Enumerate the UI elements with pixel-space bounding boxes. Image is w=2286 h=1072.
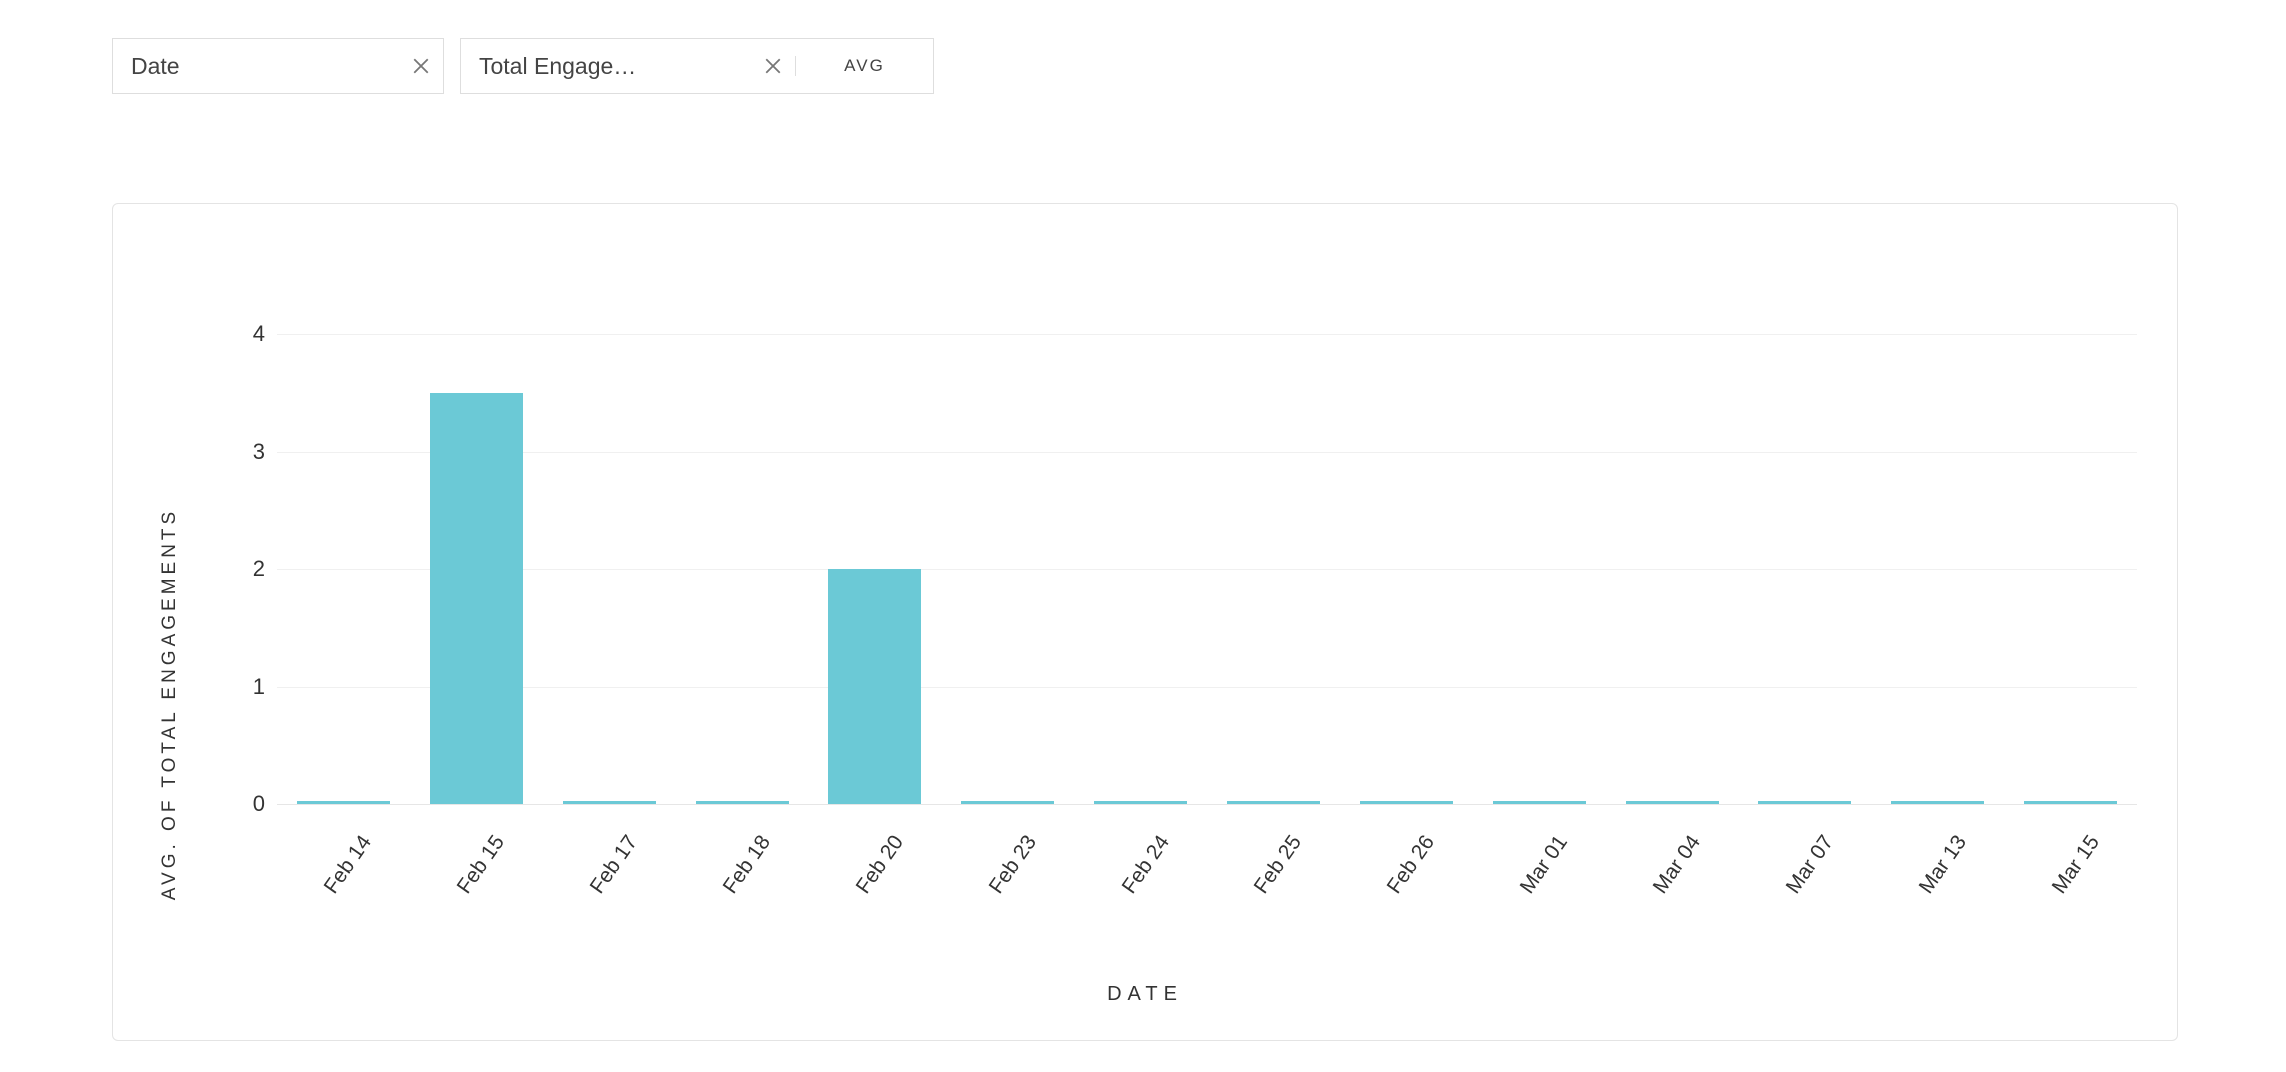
metric-pill-label: Total Engage… <box>461 53 751 80</box>
filter-pills-row: Date Total Engage… AVG <box>112 38 934 94</box>
chart-bar[interactable] <box>961 801 1054 804</box>
chart-bar[interactable] <box>1094 801 1187 804</box>
dimension-pill-label: Date <box>113 53 399 80</box>
y-tick-label: 4 <box>221 321 265 347</box>
chart-bar[interactable] <box>1891 801 1984 804</box>
x-tick-label: Feb 20 <box>837 831 908 918</box>
x-tick-label: Feb 26 <box>1369 831 1440 918</box>
x-tick-label: Mar 07 <box>1767 831 1838 918</box>
x-axis-ticks: Feb 14 Feb 15 Feb 17 Feb 18 Feb 20 Feb 23 Feb … <box>277 818 2137 938</box>
chart-plot-area: 01234 <box>277 244 2137 804</box>
close-icon[interactable] <box>751 57 795 75</box>
x-tick-label: Feb 24 <box>1103 831 1174 918</box>
chart-bar[interactable] <box>2024 801 2117 804</box>
page-root: Date Total Engage… AVG AVG. OF TOTAL ENG… <box>0 0 2286 1072</box>
x-axis-title: DATE <box>113 983 2177 1006</box>
x-tick-label: Feb 17 <box>572 831 643 918</box>
y-tick-label: 0 <box>221 791 265 817</box>
metric-pill-total-engagements[interactable]: Total Engage… AVG <box>460 38 934 94</box>
chart-bar[interactable] <box>1493 801 1586 804</box>
gridline <box>277 334 2137 335</box>
chart-card: AVG. OF TOTAL ENGAGEMENTS 01234 Feb 14Fe… <box>112 203 2178 1041</box>
y-axis-title-text: AVG. OF TOTAL ENGAGEMENTS <box>159 508 181 900</box>
x-tick-label: Mar 01 <box>1502 831 1573 918</box>
chart-bar[interactable] <box>1360 801 1453 804</box>
chart-bar[interactable] <box>1227 801 1320 804</box>
chart-bar[interactable] <box>828 569 921 804</box>
chart-bar[interactable] <box>430 393 523 804</box>
y-tick-label: 2 <box>221 556 265 582</box>
x-tick-label: Feb 18 <box>705 831 776 918</box>
gridline <box>277 569 2137 570</box>
chart-bar[interactable] <box>1626 801 1719 804</box>
chart-bar[interactable] <box>1758 801 1851 804</box>
x-tick-label: Mar 13 <box>1900 831 1971 918</box>
gridline <box>277 687 2137 688</box>
x-tick-label: Feb 25 <box>1236 831 1307 918</box>
gridline <box>277 452 2137 453</box>
y-tick-label: 1 <box>221 674 265 700</box>
y-tick-label: 3 <box>221 439 265 465</box>
x-tick-label: Mar 04 <box>1635 831 1706 918</box>
baseline <box>277 804 2137 805</box>
chart-bar[interactable] <box>563 801 656 804</box>
x-tick-label: Feb 23 <box>970 831 1041 918</box>
aggregation-selector[interactable]: AVG <box>795 56 933 76</box>
x-tick-label: Feb 15 <box>439 831 510 918</box>
close-icon[interactable] <box>399 57 443 75</box>
x-tick-label: Mar 15 <box>2033 831 2104 918</box>
dimension-pill-date[interactable]: Date <box>112 38 444 94</box>
chart-bar[interactable] <box>696 801 789 804</box>
chart-bar[interactable] <box>297 801 390 804</box>
x-tick-label: Feb 14 <box>306 831 377 918</box>
y-axis-title: AVG. OF TOTAL ENGAGEMENTS <box>155 464 185 944</box>
